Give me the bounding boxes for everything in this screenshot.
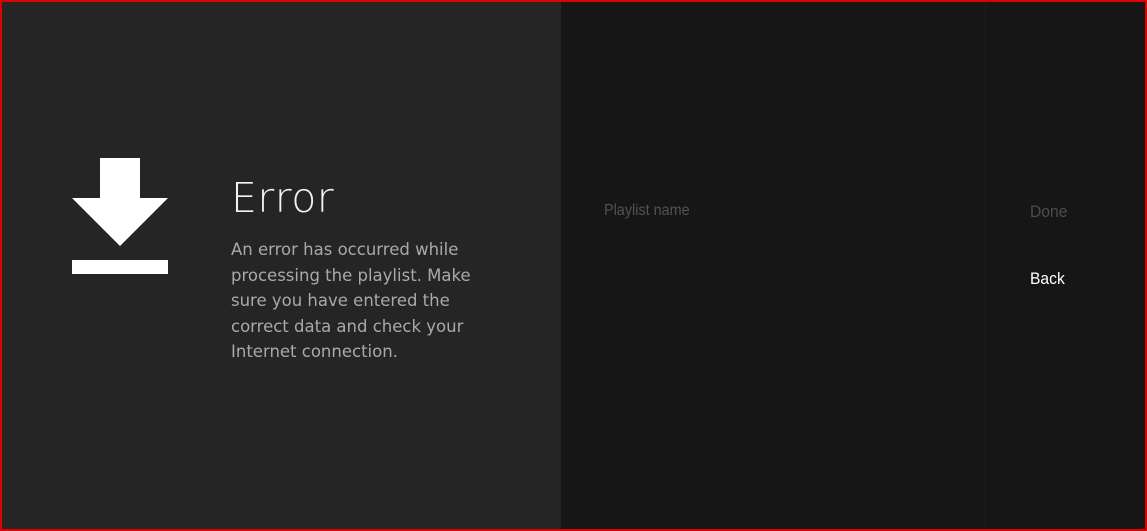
- app-window: Error An error has occurred while proces…: [0, 0, 1147, 531]
- error-message: An error has occurred while processing t…: [231, 240, 471, 361]
- download-icon: [72, 158, 168, 274]
- done-button[interactable]: Done: [1030, 202, 1067, 222]
- playlist-form-panel: Playlist name: [561, 2, 985, 529]
- error-title: Error: [231, 174, 335, 222]
- error-info-panel: Error An error has occurred while proces…: [2, 2, 561, 529]
- actions-panel: Done Back: [985, 2, 1145, 529]
- playlist-name-field[interactable]: Playlist name: [604, 202, 690, 220]
- back-button[interactable]: Back: [1030, 269, 1065, 289]
